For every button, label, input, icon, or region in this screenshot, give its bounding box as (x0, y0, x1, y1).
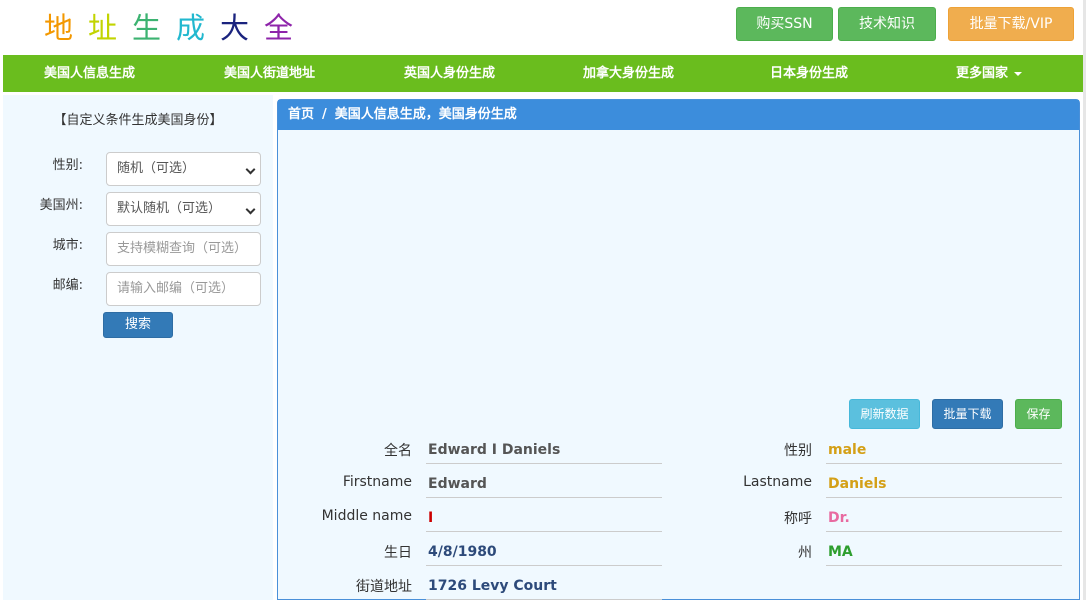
nav-more-countries[interactable]: 更多国家 (956, 55, 1023, 92)
city-input[interactable]: 支持模糊查询（可选） (106, 232, 261, 266)
gender-field-label: 性别 (784, 443, 812, 459)
chevron-down-icon (245, 204, 256, 215)
gender-value: male (826, 436, 1062, 464)
main-panel: 首页 / 美国人信息生成，美国身份生成 刷新数据 批量下载 保存 全名 Edward… (277, 99, 1080, 600)
title-value: Dr. (826, 504, 1062, 532)
chevron-down-icon (245, 164, 256, 175)
site-logo[interactable]: 地 址 生 成 大 全 (44, 10, 308, 46)
state-label: 美国州: (39, 198, 83, 213)
nav-uk-identity[interactable]: 英国人身份生成 (404, 55, 495, 92)
batch-vip-button[interactable]: 批量下载/VIP (948, 7, 1074, 41)
lastname-label: Lastname (743, 474, 812, 490)
gender-select-value: 随机（可选） (117, 161, 196, 176)
street-value: 1726 Levy Court (426, 572, 662, 600)
state-select[interactable]: 默认随机（可选） (106, 192, 261, 226)
gender-select[interactable]: 随机（可选） (106, 152, 261, 186)
state-field-label: 州 (798, 545, 812, 561)
birthday-label: 生日 (384, 545, 412, 561)
lastname-value: Daniels (826, 470, 1062, 498)
state-select-value: 默认随机（可选） (117, 201, 222, 216)
gender-label: 性别: (52, 158, 83, 173)
firstname-value: Edward (426, 470, 662, 498)
search-button[interactable]: 搜索 (103, 312, 173, 338)
refresh-button[interactable]: 刷新数据 (849, 399, 920, 429)
zip-input[interactable]: 请输入邮编（可选） (106, 272, 261, 306)
title-label: 称呼 (784, 511, 812, 527)
middle-name-value: I (426, 504, 662, 532)
city-label: 城市: (52, 238, 83, 253)
sidebar: 【自定义条件生成美国身份】 性别: 随机（可选） 美国州: 默认随机（可选） 城… (3, 95, 273, 600)
nav-us-street[interactable]: 美国人街道地址 (224, 55, 315, 92)
nav-more-label: 更多国家 (956, 66, 1009, 81)
nav-jp-identity[interactable]: 日本身份生成 (770, 55, 848, 92)
batch-download-button[interactable]: 批量下载 (932, 399, 1003, 429)
logo-char: 大 (220, 11, 250, 45)
header: 地 址 生 成 大 全 购买SSN 技术知识 批量下载/VIP (0, 0, 1086, 55)
birthday-value: 4/8/1980 (426, 538, 662, 566)
logo-char: 成 (176, 11, 206, 45)
nav-us-info[interactable]: 美国人信息生成 (44, 55, 135, 92)
sidebar-title: 【自定义条件生成美国身份】 (53, 113, 223, 128)
logo-char: 全 (264, 11, 294, 45)
main-nav: 美国人信息生成 美国人街道地址 英国人身份生成 加拿大身份生成 日本身份生成 更… (3, 55, 1083, 92)
logo-char: 址 (88, 11, 118, 45)
firstname-label: Firstname (342, 474, 412, 490)
breadcrumb: 首页 / 美国人信息生成，美国身份生成 (278, 100, 1079, 130)
tech-knowledge-button[interactable]: 技术知识 (838, 7, 936, 41)
buy-ssn-button[interactable]: 购买SSN (736, 7, 833, 41)
nav-ca-identity[interactable]: 加拿大身份生成 (583, 55, 674, 92)
save-button[interactable]: 保存 (1015, 399, 1062, 429)
middle-name-label: Middle name (321, 508, 412, 524)
state-value: MA (826, 538, 1062, 566)
zip-label: 邮编: (52, 278, 83, 293)
breadcrumb-current: 美国人信息生成，美国身份生成 (334, 107, 517, 122)
logo-char: 地 (44, 11, 74, 45)
street-label: 街道地址 (356, 579, 412, 595)
breadcrumb-separator: / (322, 107, 327, 122)
fullname-label: 全名 (384, 443, 412, 459)
logo-char: 生 (132, 11, 162, 45)
fullname-value: Edward I Daniels (426, 436, 662, 464)
breadcrumb-home[interactable]: 首页 (288, 107, 314, 122)
caret-down-icon (1014, 71, 1023, 76)
app-window: 地 址 生 成 大 全 购买SSN 技术知识 批量下载/VIP 美国人信息生成 … (0, 0, 1086, 600)
